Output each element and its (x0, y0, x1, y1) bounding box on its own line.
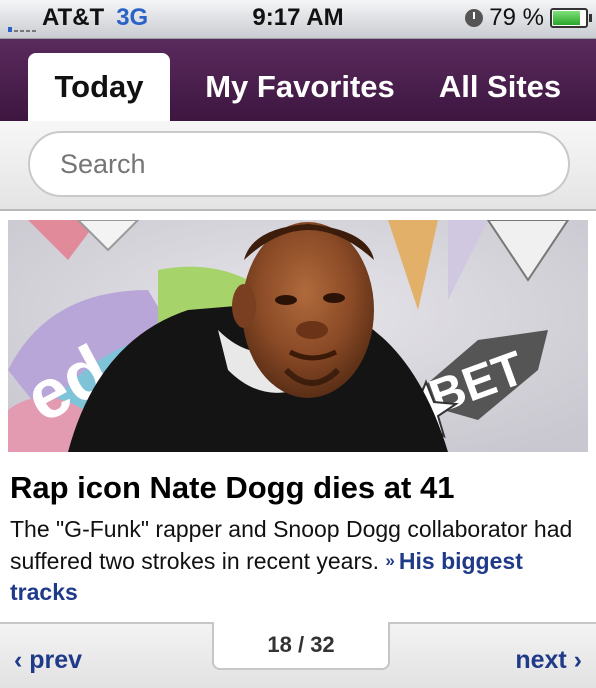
status-right: 79 % (465, 4, 592, 32)
search-input[interactable] (28, 131, 570, 197)
next-button[interactable]: next › (515, 646, 582, 675)
tab-bar: Today My Favorites All Sites (0, 39, 596, 121)
prev-button[interactable]: ‹ prev (14, 646, 82, 675)
search-area (0, 121, 596, 211)
tab-today[interactable]: Today (28, 53, 170, 121)
article-headline[interactable]: Rap icon Nate Dogg dies at 41 (10, 470, 590, 506)
tab-all-sites[interactable]: All Sites (426, 53, 574, 121)
double-chevron-icon: » (385, 551, 395, 570)
page-total: 32 (310, 632, 335, 657)
article-photo[interactable]: ed BET (8, 220, 588, 452)
pager: ‹ prev 18 / 32 next › (0, 622, 596, 688)
battery-icon (550, 8, 592, 28)
clock-icon (465, 9, 484, 27)
article-photo-image: ed BET (8, 220, 588, 452)
article-summary: The "G-Funk" rapper and Snoop Dogg colla… (10, 514, 590, 608)
status-bar: AT&T 3G 9:17 AM 79 % (0, 0, 596, 39)
battery-label: 79 % (489, 4, 544, 31)
page-counter: 18 / 32 (212, 622, 390, 670)
page-separator: / (297, 632, 305, 657)
tab-my-favorites[interactable]: My Favorites (193, 53, 407, 121)
page-current: 18 (267, 632, 292, 657)
